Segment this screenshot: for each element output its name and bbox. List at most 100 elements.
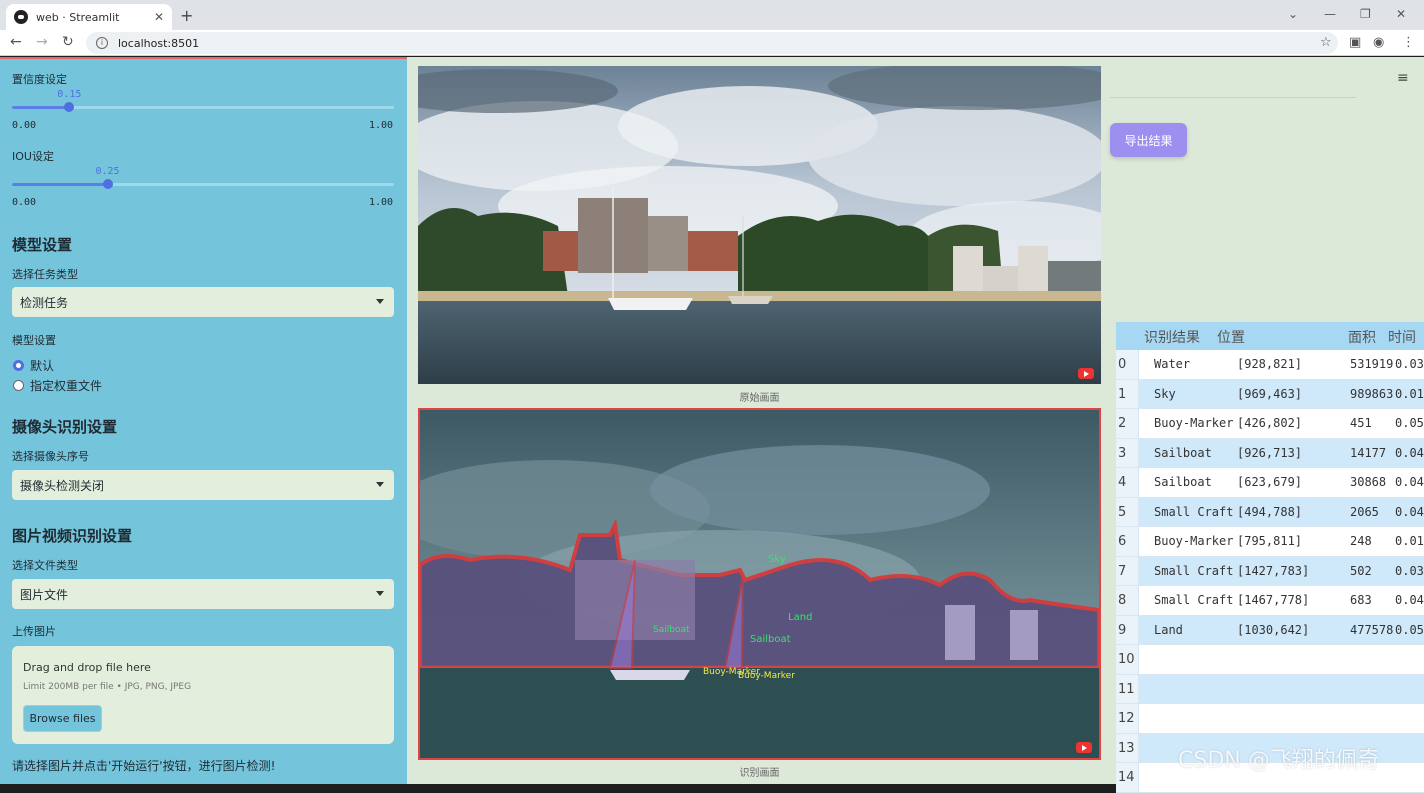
new-tab-icon[interactable]: + — [180, 6, 193, 25]
radio-default[interactable]: 默认 — [13, 357, 54, 374]
minimize-icon[interactable]: — — [1324, 7, 1336, 21]
cell-label: Sky — [1154, 386, 1176, 401]
original-photo — [418, 66, 1101, 384]
tab-search-chevron-icon[interactable]: ⌄ — [1288, 7, 1298, 21]
file-type-label: 选择文件类型 — [12, 559, 78, 572]
chevron-down-icon — [376, 299, 384, 304]
cell-area: 989863 — [1350, 386, 1394, 401]
reload-icon[interactable]: ↻ — [62, 34, 74, 50]
forward-icon[interactable]: → — [36, 34, 48, 50]
detection-label: Buoy-Marker — [738, 671, 795, 681]
close-window-icon[interactable]: ✕ — [1396, 7, 1406, 21]
detection-label: Sailboat — [750, 634, 791, 645]
table-row[interactable]: 4 Sailboat [623,679] 30868 0.04 — [1116, 468, 1424, 498]
cell-position: [928,821] — [1237, 357, 1303, 371]
row-index: 0 — [1118, 357, 1127, 372]
row-index: 14 — [1118, 770, 1135, 785]
iou-label: IOU设定 — [12, 150, 54, 163]
streamlit-favicon-icon — [14, 10, 28, 24]
table-row[interactable]: 5 Small Craft [494,788] 2065 0.04 — [1116, 497, 1424, 527]
restore-icon[interactable]: ❐ — [1360, 7, 1371, 21]
table-row[interactable]: 1 Sky [969,463] 989863 0.01 — [1116, 379, 1424, 409]
iou-value: 0.25 — [95, 166, 120, 177]
cell-label: Small Craft — [1154, 593, 1234, 607]
table-row[interactable]: 3 Sailboat [926,713] 14177 0.04 — [1116, 438, 1424, 468]
cell-area: 531919 — [1350, 357, 1394, 371]
cell-area: 451 — [1350, 416, 1372, 430]
original-caption: 原始画面 — [739, 393, 780, 404]
close-tab-icon[interactable]: ✕ — [154, 10, 164, 24]
cell-time: 0.04 — [1395, 593, 1424, 607]
cell-position: [623,679] — [1237, 475, 1303, 489]
table-row[interactable]: 2 Buoy-Marker [426,802] 451 0.05 — [1116, 409, 1424, 439]
result-image: Sky Land Sailboat Sailboat Buoy-Marker B… — [418, 408, 1101, 760]
cell-position: [1427,783] — [1237, 563, 1310, 578]
url-field[interactable]: i localhost:8501 — [86, 32, 1338, 54]
row-index: 12 — [1118, 711, 1135, 726]
model-settings-label: 模型设置 — [12, 334, 56, 347]
row-index: 13 — [1118, 740, 1135, 756]
export-results-button[interactable]: 导出结果 — [1110, 123, 1187, 157]
table-row[interactable]: 10 — [1116, 645, 1424, 675]
upload-label: 上传图片 — [12, 625, 56, 638]
table-row[interactable]: 11 — [1116, 674, 1424, 704]
row-index: 9 — [1118, 622, 1127, 638]
file-dropzone[interactable]: Drag and drop file here Limit 200MB per … — [12, 646, 394, 744]
cell-label: Small Craft — [1154, 563, 1234, 578]
confidence-value: 0.15 — [57, 89, 82, 100]
back-icon[interactable]: ← — [10, 34, 22, 50]
hamburger-menu-icon[interactable]: ≡ — [1397, 70, 1409, 86]
results-table: 识别结果 位置 面积 时间 0 Water [928,821] 531919 0.03 1… — [1116, 322, 1424, 793]
table-row[interactable]: 8 Small Craft [1467,778] 683 0.04 — [1116, 586, 1424, 616]
row-index: 10 — [1118, 652, 1135, 667]
cell-label: Small Craft — [1154, 504, 1234, 519]
browse-files-button[interactable]: Browse files — [23, 705, 102, 732]
tab-title: web · Streamlit — [36, 10, 120, 24]
cell-time: 0.01 — [1395, 534, 1424, 548]
cell-area: 2065 — [1350, 504, 1379, 519]
cell-time: 0.01 — [1395, 386, 1424, 401]
cell-area: 30868 — [1350, 475, 1387, 489]
cell-label: Sailboat — [1154, 445, 1212, 460]
camera-section-heading: 摄像头识别设置 — [12, 418, 118, 436]
side-panel-icon[interactable]: ▣ — [1349, 35, 1361, 50]
table-row[interactable]: 6 Buoy-Marker [795,811] 248 0.01 — [1116, 527, 1424, 557]
file-type-select[interactable]: 图片文件 — [12, 579, 394, 609]
confidence-slider-thumb[interactable] — [64, 102, 75, 112]
camera-index-select[interactable]: 摄像头检测关闭 — [12, 470, 394, 500]
cell-position: [795,811] — [1237, 534, 1303, 548]
radio-custom-weights[interactable]: 指定权重文件 — [13, 377, 102, 394]
cell-position: [969,463] — [1237, 386, 1303, 401]
iou-slider-thumb[interactable] — [102, 179, 113, 189]
confidence-label: 置信度设定 — [12, 73, 67, 86]
table-row[interactable]: 9 Land [1030,642] 477578 0.05 — [1116, 615, 1424, 645]
task-type-value: 检测任务 — [20, 295, 69, 310]
table-row[interactable]: 12 — [1116, 704, 1424, 734]
cell-time: 0.04 — [1395, 504, 1424, 519]
cell-area: 683 — [1350, 593, 1372, 607]
confidence-slider[interactable] — [12, 102, 394, 112]
profile-avatar-icon[interactable]: ◉ — [1373, 35, 1384, 50]
cell-position: [494,788] — [1237, 504, 1303, 519]
url-text: localhost:8501 — [118, 36, 200, 50]
site-info-icon[interactable]: i — [96, 37, 108, 49]
browser-menu-icon[interactable]: ⋮ — [1402, 35, 1415, 50]
confidence-min: 0.00 — [12, 120, 37, 131]
result-caption: 识别画面 — [739, 768, 780, 779]
confidence-slider-fill — [12, 106, 70, 109]
table-row[interactable]: 0 Water [928,821] 531919 0.03 — [1116, 350, 1424, 380]
dropzone-title: Drag and drop file here — [23, 661, 151, 674]
row-index: 2 — [1118, 416, 1127, 431]
camera-index-label: 选择摄像头序号 — [12, 450, 89, 463]
row-index: 1 — [1118, 386, 1127, 402]
cell-position: [1030,642] — [1237, 622, 1310, 637]
task-type-select[interactable]: 检测任务 — [12, 287, 394, 317]
browser-tab[interactable]: web · Streamlit ✕ — [6, 4, 172, 30]
video-play-icon — [1076, 742, 1092, 753]
cell-area: 477578 — [1350, 622, 1394, 637]
bookmark-star-icon[interactable]: ☆ — [1320, 35, 1332, 50]
cell-area: 14177 — [1350, 445, 1387, 460]
iou-slider[interactable] — [12, 179, 394, 189]
row-index: 11 — [1118, 681, 1135, 697]
table-row[interactable]: 7 Small Craft [1427,783] 502 0.03 — [1116, 556, 1424, 586]
